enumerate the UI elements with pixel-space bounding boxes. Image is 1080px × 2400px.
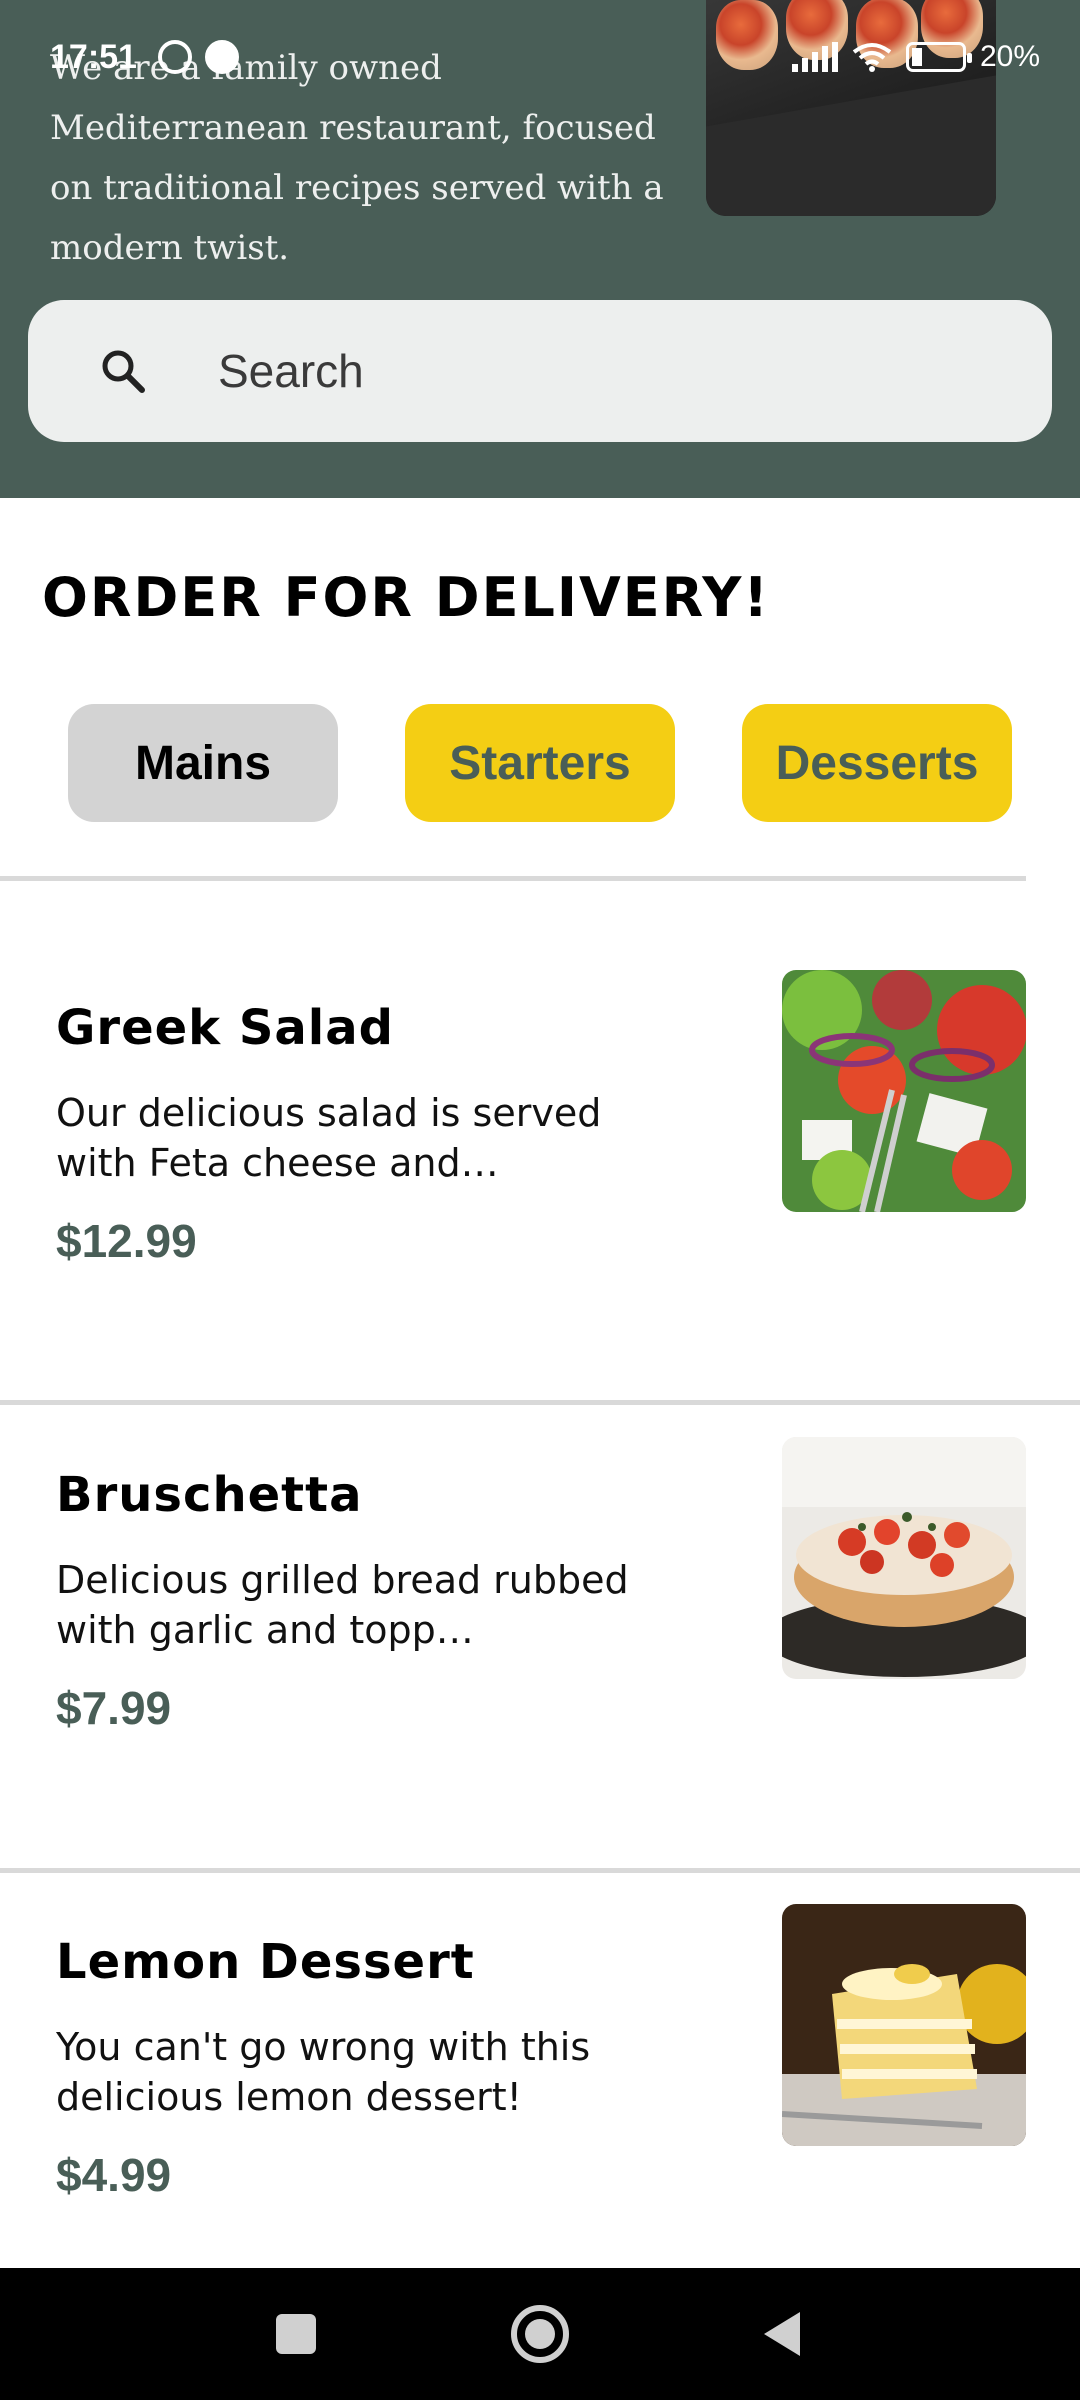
search-bar[interactable] bbox=[28, 300, 1052, 442]
menu-item-bruschetta[interactable]: Bruschetta Delicious grilled bread rubbe… bbox=[0, 1437, 1080, 1933]
menu-item-greek-salad[interactable]: Greek Salad Our delicious salad is serve… bbox=[0, 970, 1080, 1466]
battery-icon bbox=[905, 42, 972, 72]
item-name: Greek Salad bbox=[56, 1000, 394, 1056]
section-title: ORDER FOR DELIVERY! bbox=[42, 566, 771, 629]
account-icon bbox=[205, 40, 240, 74]
search-icon bbox=[102, 350, 145, 393]
item-price: $4.99 bbox=[56, 2149, 172, 2201]
item-price: $12.99 bbox=[56, 1215, 197, 1267]
battery-percent: 20% bbox=[979, 40, 1040, 73]
category-chip-desserts[interactable]: Desserts bbox=[742, 704, 1012, 822]
item-name: Lemon Dessert bbox=[56, 1934, 475, 1990]
status-right: 20% bbox=[791, 40, 1040, 74]
notification-icons bbox=[158, 40, 247, 78]
divider bbox=[0, 876, 1026, 881]
recent-apps-button[interactable] bbox=[274, 2312, 318, 2356]
signal-icon bbox=[791, 42, 838, 72]
item-description: Delicious grilled bread rubbed with garl… bbox=[56, 1558, 629, 1652]
category-chip-mains[interactable]: Mains bbox=[68, 704, 338, 822]
greek-salad-image bbox=[782, 970, 1026, 1212]
navigation-bar bbox=[0, 2268, 1080, 2400]
status-time: 17:51 bbox=[50, 38, 137, 76]
wifi-icon bbox=[852, 43, 892, 72]
divider bbox=[0, 1868, 1080, 1873]
item-name: Bruschetta bbox=[56, 1467, 363, 1523]
home-button[interactable] bbox=[510, 2304, 570, 2364]
divider bbox=[0, 1400, 1080, 1405]
status-bar: 17:51 20% bbox=[0, 30, 1080, 90]
category-chip-starters[interactable]: Starters bbox=[405, 704, 675, 822]
sync-icon bbox=[158, 40, 192, 74]
item-description: Our delicious salad is served with Feta … bbox=[56, 1091, 602, 1185]
lemon-dessert-image bbox=[782, 1904, 1026, 2146]
item-description: You can't go wrong with this delicious l… bbox=[56, 2025, 591, 2119]
item-price: $7.99 bbox=[56, 1682, 172, 1734]
bruschetta-image bbox=[782, 1437, 1026, 1679]
back-button[interactable] bbox=[760, 2310, 804, 2358]
search-input[interactable] bbox=[218, 330, 998, 412]
